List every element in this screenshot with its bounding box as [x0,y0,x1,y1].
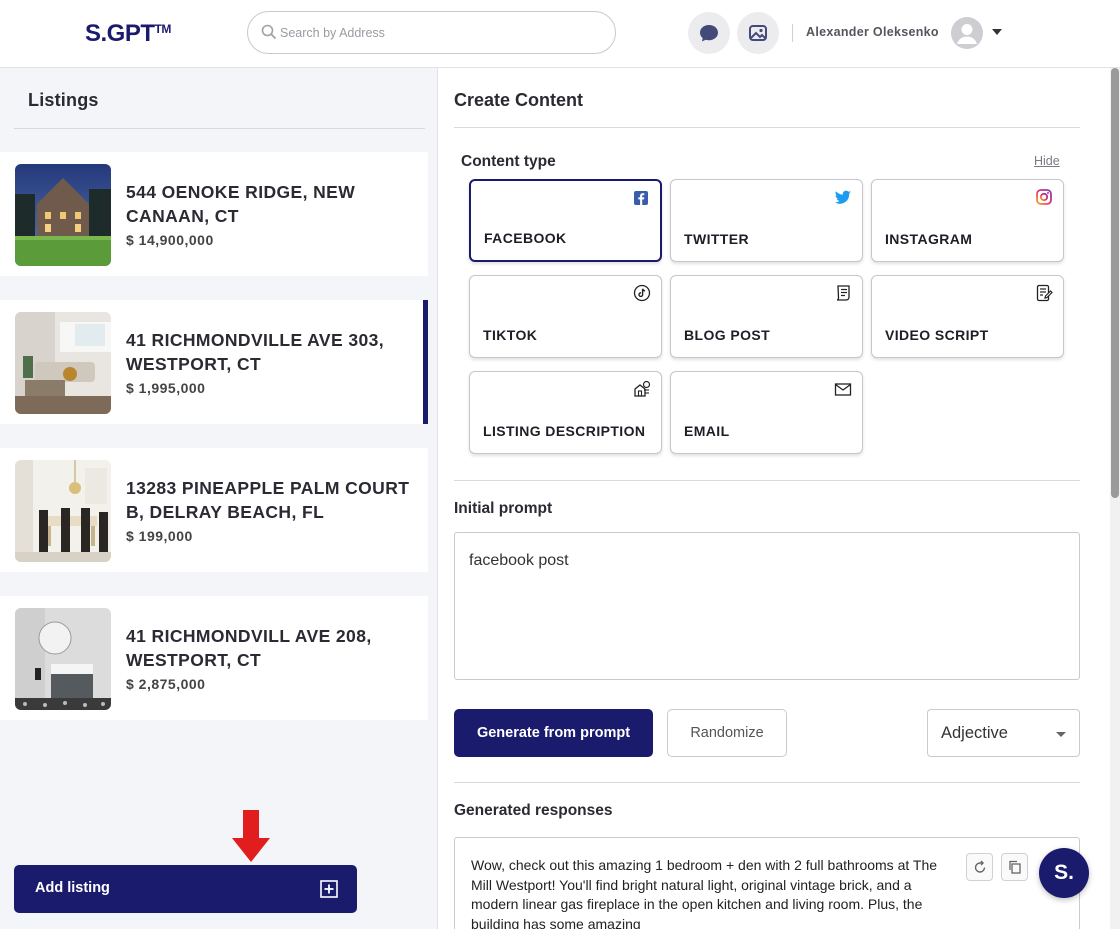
tile-label: EMAIL [684,423,730,439]
tiktok-icon [633,284,651,302]
email-icon [834,383,852,396]
refresh-icon [974,860,985,873]
add-square-icon [320,880,338,898]
content-type-blog-post[interactable]: BLOG POST [670,275,863,358]
header-divider [792,24,793,42]
listing-price: $ 199,000 [126,528,193,544]
listing-photo [15,460,111,562]
listing-price: $ 2,875,000 [126,676,206,692]
prompt-textarea[interactable]: facebook post [454,532,1080,680]
chat-icon [700,25,718,42]
generated-responses-label: Generated responses [454,802,613,819]
content-type-email[interactable]: EMAIL [670,371,863,454]
tile-label: INSTAGRAM [885,231,973,247]
listing-photo [15,312,111,414]
tile-label: LISTING DESCRIPTION [483,423,646,439]
generated-response-box[interactable]: Wow, check out this amazing 1 bedroom + … [454,837,1080,929]
listings-panel: Listings 544 OENOKE RIDGE, NEW CANAAN, C… [0,68,438,929]
user-icon [957,24,977,44]
listing-card[interactable]: 41 RICHMONDVILLE AVE 303, WESTPORT, CT $… [0,300,428,424]
content-type-facebook[interactable]: FACEBOOK [469,179,662,262]
listing-photo [15,608,111,710]
copy-button[interactable] [1001,853,1028,881]
image-icon [749,25,767,41]
add-listing-button[interactable]: Add listing [14,865,357,913]
app-logo[interactable]: S.GPTTM [85,20,171,48]
content-type-twitter[interactable]: TWITTER [670,179,863,262]
listing-address: 13283 PINEAPPLE PALM COURT B, DELRAY BEA… [126,478,410,522]
listing-card[interactable]: 544 OENOKE RIDGE, NEW CANAAN, CT $ 14,90… [0,152,428,276]
avatar[interactable] [951,17,983,49]
red-arrow-down-icon [232,810,270,862]
prompt-text: facebook post [469,552,569,569]
divider [14,128,425,129]
video-script-icon [1036,284,1053,302]
listing-address: 41 RICHMONDVILLE AVE 303, WESTPORT, CT [126,330,384,374]
listing-address: 41 RICHMONDVILL AVE 208, WESTPORT, CT [126,626,372,670]
adjective-select[interactable]: Adjective [927,709,1080,757]
content-type-tiktok[interactable]: TIKTOK [469,275,662,358]
listing-address: 544 OENOKE RIDGE, NEW CANAAN, CT [126,182,356,226]
dropdown-arrow-icon [1056,732,1066,737]
content-type-listing-description[interactable]: LISTING DESCRIPTION [469,371,662,454]
response-text: Wow, check out this amazing 1 bedroom + … [471,857,938,929]
listing-card[interactable]: 13283 PINEAPPLE PALM COURT B, DELRAY BEA… [0,448,428,572]
scrollbar-thumb[interactable] [1111,68,1119,498]
regenerate-button[interactable] [966,853,993,881]
initial-prompt-label: Initial prompt [454,500,553,517]
generate-from-prompt-button[interactable]: Generate from prompt [454,709,653,757]
listing-photo [15,164,111,266]
twitter-icon [834,190,851,204]
facebook-icon [634,191,648,205]
scrollbar[interactable] [1110,68,1120,929]
hide-link[interactable]: Hide [1034,154,1060,168]
chat-button[interactable] [688,12,730,54]
listing-price: $ 1,995,000 [126,380,206,396]
tile-label: BLOG POST [684,327,771,343]
search-icon [261,24,277,40]
listing-price: $ 14,900,000 [126,232,214,248]
copy-icon [1008,860,1021,874]
tile-label: FACEBOOK [484,230,567,246]
divider [454,480,1080,481]
tile-label: VIDEO SCRIPT [885,327,989,343]
search-box[interactable] [247,11,616,54]
create-content-title: Create Content [454,90,584,110]
support-chat-button[interactable]: S. [1039,848,1089,898]
blog-post-icon [836,285,850,301]
content-type-label: Content type [461,153,556,170]
instagram-icon [1036,189,1052,205]
content-type-instagram[interactable]: INSTAGRAM [871,179,1064,262]
tile-label: TIKTOK [483,327,538,343]
add-listing-label: Add listing [35,880,110,896]
user-name: Alexander Oleksenko [806,25,939,39]
adjective-value: Adjective [941,724,1008,742]
search-input[interactable] [280,23,600,43]
gallery-button[interactable] [737,12,779,54]
listing-card[interactable]: 41 RICHMONDVILL AVE 208, WESTPORT, CT $ … [0,596,428,720]
randomize-button[interactable]: Randomize [667,709,787,757]
listings-title: Listings [28,90,99,110]
divider [454,127,1080,128]
create-content-panel: Create Content Content type Hide FACEBOO… [439,68,1120,929]
listing-description-icon [634,380,651,397]
divider [454,782,1080,783]
top-header: S.GPTTM Alexander Oleksenko [0,0,1120,68]
content-type-video-script[interactable]: VIDEO SCRIPT [871,275,1064,358]
tile-label: TWITTER [684,231,750,247]
user-menu-caret-icon[interactable] [992,29,1002,35]
